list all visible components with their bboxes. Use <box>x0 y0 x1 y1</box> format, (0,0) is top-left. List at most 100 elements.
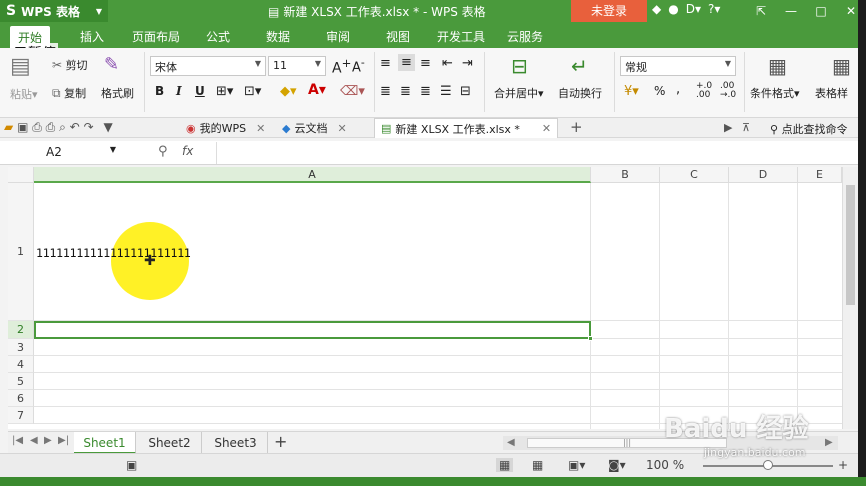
row-header-1[interactable]: 1 <box>8 183 34 321</box>
insert-function-button[interactable]: fx <box>182 144 193 158</box>
prev-sheet-icon[interactable]: ◀ <box>30 435 38 446</box>
close-icon[interactable]: ✕ <box>542 122 551 135</box>
help-icon[interactable]: ?▾ <box>708 2 720 16</box>
column-header-c[interactable]: C <box>660 167 729 183</box>
wps-menu-button[interactable]: S WPS 表格 ▼ <box>0 0 108 22</box>
normal-view-icon[interactable]: ▦ <box>496 458 514 472</box>
minimize-button[interactable]: — <box>776 0 806 22</box>
add-sheet-button[interactable]: + <box>274 432 287 451</box>
bold-button[interactable]: B <box>155 84 164 98</box>
scroll-left-icon[interactable]: ◀ <box>507 437 515 448</box>
tab-data[interactable]: 数据 <box>266 28 290 45</box>
underline-button[interactable]: U <box>195 84 205 98</box>
worksheet-grid[interactable]: A B C D E 1 2 3 4 5 6 7 1111111111111111… <box>8 167 842 429</box>
select-all-corner[interactable] <box>8 167 34 183</box>
borders-button[interactable]: ⊞▾ <box>216 84 233 99</box>
row-header-5[interactable]: 5 <box>8 373 34 390</box>
sheet-tab-3[interactable]: Sheet3 <box>204 432 268 454</box>
merge-center-button[interactable]: 合并居中▾ <box>494 85 544 101</box>
decrease-font-button[interactable]: A- <box>352 56 365 75</box>
sheet-tab-2[interactable]: Sheet2 <box>138 432 202 454</box>
next-sheet-icon[interactable]: ▶ <box>44 435 52 446</box>
pdf-icon[interactable]: ⎙ <box>32 120 42 134</box>
fill-handle[interactable] <box>588 336 593 341</box>
tab-formulas[interactable]: 公式 <box>206 28 230 45</box>
percent-button[interactable]: % <box>654 84 665 98</box>
paste-icon[interactable]: ▤ <box>10 54 31 79</box>
align-center-button[interactable]: ≣ <box>400 84 411 99</box>
tab-developer[interactable]: 开发工具 <box>437 28 485 45</box>
tab-page-layout[interactable]: 页面布局 <box>132 28 180 45</box>
paste-button[interactable]: 粘贴▾ <box>10 86 38 102</box>
selected-cell-a2[interactable] <box>34 321 593 341</box>
cell-style-button[interactable]: ⊡▾ <box>244 84 261 99</box>
row-header-2[interactable]: 2 <box>8 321 34 339</box>
share-icon[interactable]: D▾ <box>686 2 701 16</box>
row-header-7[interactable]: 7 <box>8 407 34 424</box>
close-icon[interactable]: ✕ <box>256 122 265 135</box>
currency-button[interactable]: ¥▾ <box>624 84 639 99</box>
row-header-3[interactable]: 3 <box>8 339 34 356</box>
align-right-button[interactable]: ≣ <box>420 84 431 99</box>
vertical-scroll-thumb[interactable] <box>846 185 855 305</box>
zoom-search-icon[interactable]: ⚲ <box>158 144 168 159</box>
number-format-select[interactable]: 常规 ▼ <box>620 56 736 76</box>
maximize-button[interactable]: □ <box>806 0 836 22</box>
settings-icon[interactable]: ● <box>668 2 678 16</box>
decrease-indent-button[interactable]: ⇤ <box>442 56 453 71</box>
increase-decimal-button[interactable]: +.0.00 <box>696 82 712 100</box>
format-painter-button[interactable]: 格式刷 <box>101 85 134 101</box>
login-button[interactable]: 未登录 <box>571 0 647 22</box>
font-color-button[interactable]: A▾ <box>308 82 326 98</box>
macro-record-icon[interactable]: ▣ <box>126 458 137 472</box>
italic-button[interactable]: I <box>176 84 182 98</box>
column-header-e[interactable]: E <box>798 167 842 183</box>
table-style-button[interactable]: 表格样 <box>815 85 848 101</box>
command-search[interactable]: ⚲ 点此查找命令 <box>770 121 848 137</box>
doc-tab-current[interactable]: ▤ 新建 XLSX 工作表.xlsx * ✕ <box>374 118 559 138</box>
customize-chevron-icon[interactable]: ▼ <box>103 120 112 134</box>
skin-icon[interactable]: ◆ <box>652 2 661 16</box>
conditional-format-button[interactable]: 条件格式▾ <box>750 85 800 101</box>
doc-tab-my-wps[interactable]: ◉ 我的WPS ✕ <box>186 120 265 136</box>
align-bottom-button[interactable]: ≡ <box>420 56 431 71</box>
clear-format-button[interactable]: ⌫▾ <box>340 84 365 99</box>
row-header-6[interactable]: 6 <box>8 390 34 407</box>
wrap-text-button[interactable]: 自动换行 <box>558 85 602 101</box>
zoom-slider-knob[interactable] <box>763 460 773 470</box>
table-style-icon[interactable]: ▦ <box>832 54 851 78</box>
doc-tab-cloud-docs[interactable]: ◆ 云文档 ✕ <box>282 120 347 136</box>
conditional-format-icon[interactable]: ▦ <box>768 54 787 78</box>
column-header-b[interactable]: B <box>591 167 660 183</box>
distribute-button[interactable]: ⊟ <box>460 84 471 99</box>
format-painter-icon[interactable]: ✎ <box>104 54 119 75</box>
align-top-button[interactable]: ≡ <box>380 56 391 71</box>
open-icon[interactable]: ▰ <box>4 120 13 134</box>
row-header-4[interactable]: 4 <box>8 356 34 373</box>
eye-protect-icon[interactable]: ◙▾ <box>608 458 626 472</box>
zoom-slider[interactable] <box>703 460 833 470</box>
font-name-select[interactable]: 宋体 ▼ <box>150 56 266 76</box>
thousands-button[interactable]: , <box>676 82 680 97</box>
decrease-decimal-button[interactable]: .00 →.0 <box>720 82 736 100</box>
merge-center-icon[interactable]: ⊟ <box>511 54 528 78</box>
zoom-in-icon[interactable]: + <box>838 458 848 472</box>
new-tab-button[interactable]: + <box>570 118 583 136</box>
name-box[interactable]: A2 ▼ <box>8 143 120 163</box>
redo-icon[interactable]: ↷ <box>84 120 94 134</box>
first-sheet-icon[interactable]: |◀ <box>12 435 23 446</box>
zoom-level[interactable]: 100 % <box>646 458 684 472</box>
page-break-view-icon[interactable]: ▦ <box>532 458 543 472</box>
fill-color-button[interactable]: ◆▾ <box>280 84 297 99</box>
last-sheet-icon[interactable]: ▶| <box>58 435 69 446</box>
align-middle-button[interactable]: ≡ <box>398 54 415 71</box>
undo-icon[interactable]: ↶ <box>70 120 80 134</box>
wrap-text-icon[interactable]: ↵ <box>571 54 588 78</box>
font-size-select[interactable]: 11 ▼ <box>268 56 326 76</box>
column-header-d[interactable]: D <box>729 167 798 183</box>
print-icon[interactable]: ⎙ <box>46 120 56 134</box>
video-icon[interactable]: ▶ <box>724 121 732 134</box>
formula-input[interactable] <box>216 142 856 164</box>
collapse-ribbon-icon[interactable]: ⊼ <box>742 121 750 134</box>
scroll-right-icon[interactable]: ▶ <box>825 437 833 448</box>
